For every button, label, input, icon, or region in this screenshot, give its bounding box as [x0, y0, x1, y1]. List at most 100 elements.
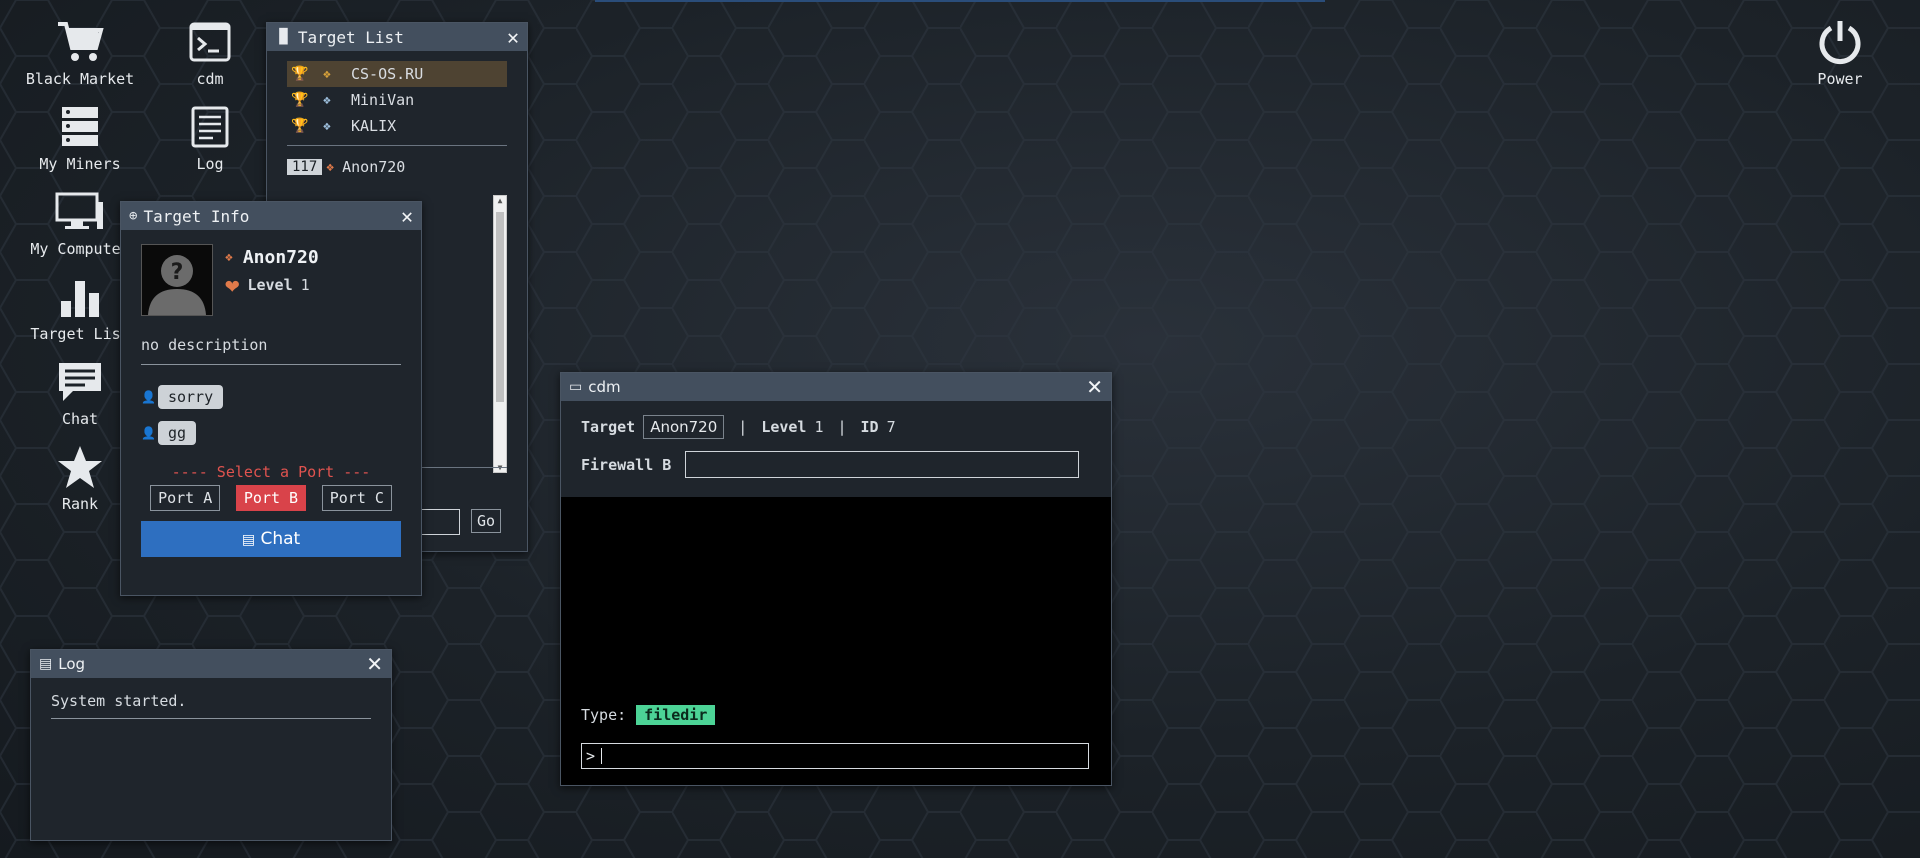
top-target-row[interactable]: 🏆 ❖ KALIX [287, 113, 507, 139]
desktop-icon-label: cdm [196, 70, 224, 88]
log-window: ▤ Log ✕ System started. [30, 649, 392, 841]
window-title: cdm [588, 378, 621, 396]
port-prompt: ---- Select a Port --- [171, 463, 371, 481]
player-row[interactable]: 117 ❖ Anon720 [287, 156, 507, 178]
trophy-gold-icon: 🏆 [291, 66, 309, 82]
top-target-row[interactable]: 🏆 ❖ MiniVan [287, 87, 507, 113]
text-caret [601, 748, 603, 764]
target-list-titlebar[interactable]: ▐▌ Target List ✕ [267, 23, 527, 51]
type-tag: filedir [636, 705, 716, 725]
desktop-icon-black-market[interactable]: Black Market [15, 18, 145, 88]
id-value: 7 [886, 418, 896, 436]
crosshair-icon: ⊕ [129, 208, 138, 224]
desktop-icon-power[interactable]: Power [1775, 18, 1905, 88]
target-info-window: ⊕ Target Info ✕ ? ❖ Anon720 ❤ Level 1 no… [120, 201, 422, 596]
close-icon[interactable]: ✕ [366, 654, 383, 674]
firewall-progress-field [685, 451, 1080, 478]
command-input[interactable]: > [581, 743, 1089, 769]
desktop-icon-log[interactable]: Log [145, 103, 275, 173]
level-value: 1 [300, 276, 310, 294]
desktop-icon-label: Log [196, 155, 224, 173]
player-name: Anon720 [342, 158, 406, 176]
chat-icon [59, 363, 101, 401]
bar-chart-icon [61, 281, 99, 317]
scroll-up-icon[interactable]: ▲ [494, 196, 506, 205]
close-icon[interactable]: ✕ [401, 206, 413, 226]
log-entry: System started. [51, 692, 371, 719]
desktop-icon-cdm[interactable]: cdm [145, 18, 275, 88]
prompt-symbol: > [586, 747, 596, 765]
rank-badge-icon: ❖ [326, 159, 335, 175]
chat-message: 👤 gg [141, 421, 401, 445]
target-name: Anon720 [242, 246, 319, 268]
user-icon: 👤 [141, 390, 156, 404]
document-icon: ▤ [39, 656, 53, 672]
target-info-titlebar[interactable]: ⊕ Target Info ✕ [121, 202, 421, 230]
target-value: Anon720 [643, 415, 725, 439]
desktop-icon-label: Power [1817, 70, 1863, 88]
top-accent-bar [595, 0, 1325, 2]
star-icon [58, 446, 102, 488]
id-label: ID [860, 418, 879, 436]
message-bubble: sorry [157, 385, 224, 409]
firewall-label: Firewall B [581, 455, 672, 474]
terminal-icon [189, 22, 231, 62]
type-label: Type: [581, 706, 627, 724]
cart-icon [58, 22, 104, 61]
port-a-button[interactable]: Port A [150, 485, 221, 511]
window-title: Log [58, 655, 86, 673]
chat-icon: ▤ [241, 532, 256, 548]
power-icon [1819, 21, 1861, 65]
server-icon [62, 107, 98, 146]
rank-badge-icon: ❖ [323, 118, 331, 134]
close-icon[interactable]: ✕ [1086, 377, 1103, 397]
level-emblem-icon: ❤ [225, 271, 240, 299]
level-label: Level [761, 418, 807, 436]
unknown-user-icon: ? [148, 255, 206, 315]
scroll-thumb[interactable] [496, 212, 504, 402]
desktop-icon-my-miners[interactable]: My Miners [15, 103, 145, 173]
separator: | [738, 418, 748, 436]
cdm-titlebar[interactable]: ▭ cdm ✕ [561, 373, 1111, 401]
separator: | [837, 418, 847, 436]
chat-button[interactable]: ▤ Chat [141, 521, 401, 557]
log-titlebar[interactable]: ▤ Log ✕ [31, 650, 391, 678]
bar-chart-icon: ▐▌ [275, 29, 292, 45]
target-name: MiniVan [351, 91, 415, 109]
divider [141, 364, 401, 365]
message-bubble: gg [157, 421, 197, 445]
level-value: 1 [814, 418, 824, 436]
user-icon: 👤 [141, 426, 156, 440]
rank-badge-icon: ❖ [323, 66, 331, 82]
port-c-button[interactable]: Port C [321, 485, 392, 511]
target-description: no description [141, 336, 268, 354]
window-icon: ▭ [569, 379, 583, 395]
window-title: Target List [297, 27, 404, 47]
trophy-silver-icon: 🏆 [291, 92, 309, 108]
window-title: Target Info [143, 206, 250, 226]
target-list-scrollbar[interactable]: ▲ ▼ [493, 195, 507, 473]
target-name: KALIX [351, 117, 397, 135]
level-label: Level [247, 276, 293, 294]
svg-text:?: ? [171, 260, 184, 285]
chat-button-label: Chat [260, 529, 301, 549]
target-name: CS-OS.RU [351, 65, 424, 83]
port-b-button[interactable]: Port B [235, 485, 307, 511]
trophy-bronze-icon: 🏆 [291, 118, 309, 134]
desktop-icon-label: My Miners [39, 155, 121, 173]
divider [287, 145, 507, 146]
chat-message: 👤 sorry [141, 385, 401, 409]
avatar: ? [141, 244, 213, 316]
monitor-icon [55, 192, 103, 229]
desktop-icon-label: Black Market [25, 70, 135, 88]
document-icon [191, 106, 229, 148]
go-button[interactable]: Go [471, 509, 502, 533]
terminal-output: Type: filedir > [561, 497, 1111, 785]
player-rank: 117 [287, 159, 323, 175]
target-label: Target [581, 418, 636, 436]
close-icon[interactable]: ✕ [507, 27, 519, 47]
top-target-row[interactable]: 🏆 ❖ CS-OS.RU [287, 61, 507, 87]
rank-badge-icon: ❖ [225, 249, 233, 265]
rank-badge-icon: ❖ [323, 92, 331, 108]
cdm-window: ▭ cdm ✕ Target Anon720 | Level 1 | ID 7 … [560, 372, 1112, 786]
